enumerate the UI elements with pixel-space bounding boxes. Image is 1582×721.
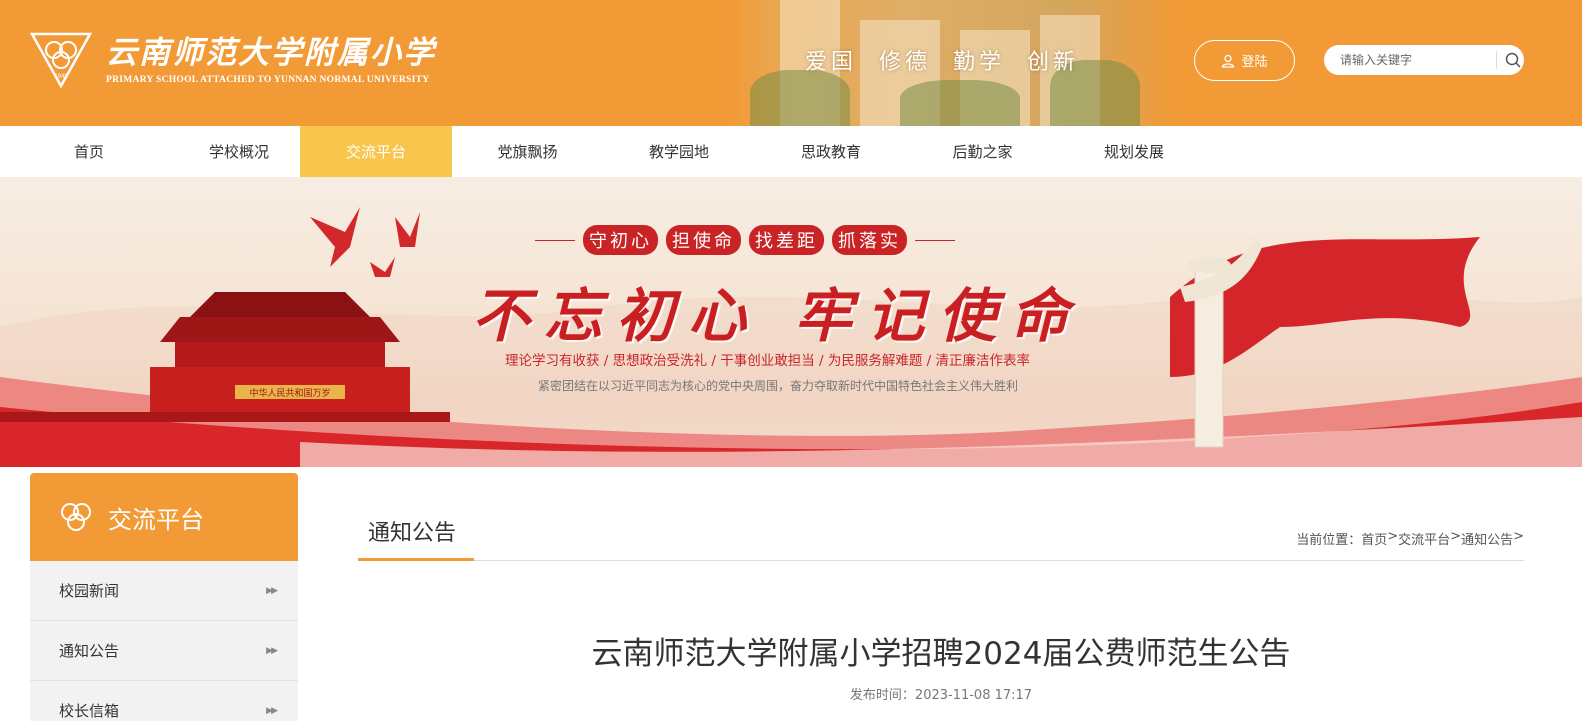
slogan-pill-row: 守初心 担使命 找差距 抓落实 [535, 225, 955, 255]
search-divider [1496, 51, 1497, 69]
exchange-platform-icon [61, 503, 91, 531]
main-nav: 首页 学校概况 交流平台 党旗飘扬 教学园地 思政教育 后勤之家 规划发展 [0, 126, 1582, 177]
logo-year: 1940 [54, 74, 68, 80]
publish-time: 2023-11-08 17:17 [914, 688, 1033, 703]
user-icon [1222, 54, 1235, 68]
login-label: 登陆 [1241, 55, 1268, 70]
banner-sub-slogan-secondary: 紧密团结在以习近平同志为核心的党中央周围，奋力夺取新时代中国特色社会主义伟大胜利 [538, 379, 1019, 393]
school-name-en: PRIMARY SCHOOL ATTACHED TO YUNNAN NORMAL… [106, 74, 430, 85]
double-chevron-right-icon: ▶▶ [266, 585, 278, 596]
motto-word: 勤学 [953, 50, 1006, 75]
article-title: 云南师范大学附属小学招聘2024届公费师范生公告 [591, 636, 1291, 672]
hero-banner: 中华人民共和国万岁 守初心 担使命 找差距 抓落实 不忘初心 牢记使命 理论学习… [0, 177, 1582, 467]
breadcrumb-separator: > [1513, 529, 1524, 544]
nav-item-ideology[interactable]: 思政教育 [755, 126, 907, 177]
site-header: 1940 云南师范大学附属小学 PRIMARY SCHOOL ATTACHED … [0, 0, 1582, 126]
decor-line [535, 239, 575, 241]
breadcrumb-separator: > [1387, 529, 1399, 544]
gate-plaque: 中华人民共和国万岁 [249, 387, 330, 399]
sidebar-item-label: 校长信箱 [59, 702, 120, 720]
nav-item-teaching[interactable]: 教学园地 [603, 126, 755, 177]
school-name-cn: 云南师范大学附属小学 [106, 34, 436, 71]
slogan-pill: 守初心 [583, 225, 658, 255]
article-publish-info: 发布时间：2023-11-08 17:17 [358, 684, 1524, 703]
sidebar-title: 交流平台 [108, 505, 204, 534]
motto-word: 创新 [1027, 50, 1080, 75]
search-box [1324, 45, 1524, 75]
decor-line [915, 239, 955, 241]
search-input[interactable] [1340, 53, 1490, 67]
school-motto: 爱国 修德 勤学 创新 [805, 44, 1079, 76]
breadcrumb-exchange-link[interactable]: 交流平台 [1398, 529, 1450, 548]
content-header: 通知公告 当前位置： 首页 > 交流平台 > 通知公告 > [358, 505, 1524, 561]
nav-item-planning[interactable]: 规划发展 [1058, 126, 1210, 177]
search-icon[interactable] [1505, 52, 1521, 68]
publish-label: 发布时间： [849, 688, 915, 703]
sidebar-item-label: 校园新闻 [59, 582, 120, 600]
breadcrumb-prefix: 当前位置： [1296, 533, 1362, 548]
motto-word: 修德 [879, 50, 932, 75]
sidebar-item-principal-mailbox[interactable]: 校长信箱 ▶▶ [30, 681, 298, 721]
motto-word: 爱国 [805, 50, 858, 75]
breadcrumb-notices-link[interactable]: 通知公告 [1461, 529, 1513, 548]
doves-illustration [310, 207, 420, 277]
nav-item-party[interactable]: 党旗飘扬 [452, 126, 603, 177]
nav-item-home[interactable]: 首页 [0, 126, 178, 177]
school-logo[interactable]: 1940 云南师范大学附属小学 PRIMARY SCHOOL ATTACHED … [30, 30, 436, 88]
slogan-pill: 抓落实 [832, 225, 907, 255]
nav-item-exchange[interactable]: 交流平台 [300, 126, 452, 177]
banner-main-slogan: 不忘初心 牢记使命 [472, 282, 1083, 350]
double-chevron-right-icon: ▶▶ [266, 645, 278, 656]
nav-item-about[interactable]: 学校概况 [178, 126, 300, 177]
section-title: 通知公告 [358, 505, 474, 561]
sidebar-header: 交流平台 [30, 473, 298, 561]
nav-item-logistics[interactable]: 后勤之家 [907, 126, 1058, 177]
breadcrumb-home-link[interactable]: 首页 [1361, 529, 1387, 548]
double-chevron-right-icon: ▶▶ [266, 705, 278, 716]
slogan-pill: 找差距 [749, 225, 824, 255]
logo-emblem-icon: 1940 [30, 32, 92, 88]
login-button[interactable]: 登陆 [1194, 40, 1295, 81]
sidebar-menu: 校园新闻 ▶▶ 通知公告 ▶▶ 校长信箱 ▶▶ [30, 561, 298, 721]
banner-sub-slogan: 理论学习有收获 / 思想政治受洗礼 / 干事创业敢担当 / 为民服务解难题 / … [505, 353, 1031, 369]
slogan-pill: 担使命 [666, 225, 741, 255]
breadcrumb-separator: > [1450, 529, 1462, 544]
breadcrumb: 当前位置： 首页 > 交流平台 > 通知公告 > [1296, 529, 1524, 548]
sidebar-item-notices[interactable]: 通知公告 ▶▶ [30, 621, 298, 681]
sidebar-item-label: 通知公告 [59, 642, 120, 660]
sidebar-item-campus-news[interactable]: 校园新闻 ▶▶ [30, 561, 298, 621]
